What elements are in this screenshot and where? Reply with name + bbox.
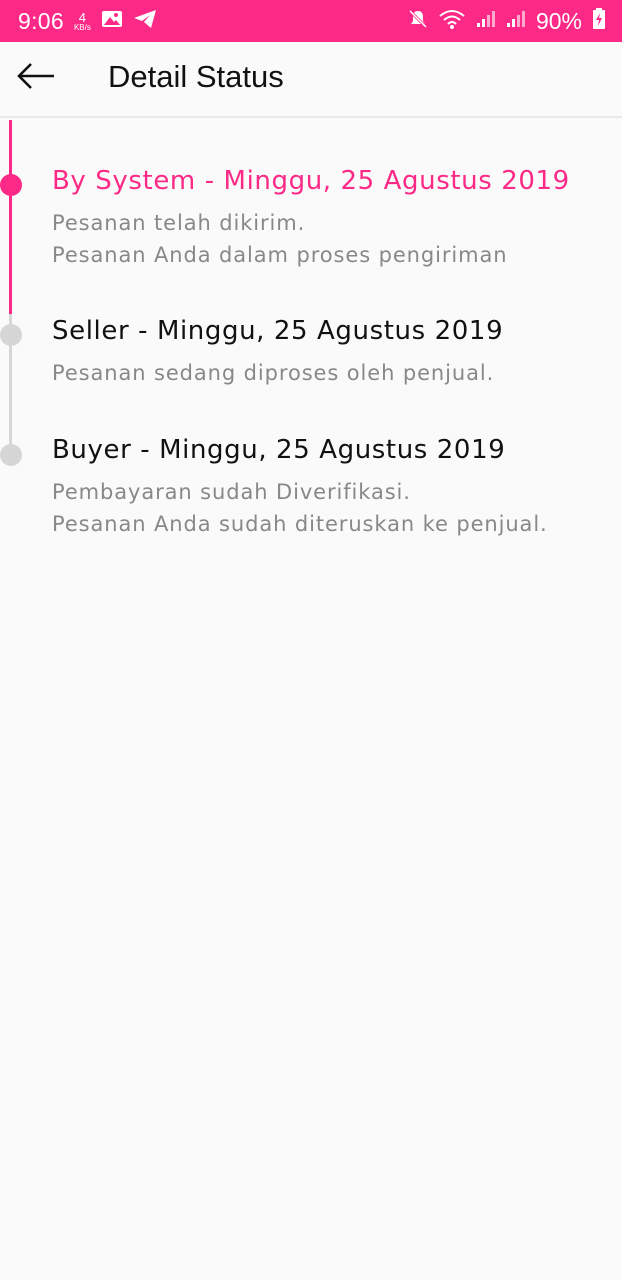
timeline-item-line: Pembayaran sudah Diverifikasi.	[52, 480, 411, 504]
timeline-item-line: Pesanan telah dikirim.	[52, 211, 306, 235]
wifi-icon	[438, 8, 466, 34]
page-title: Detail Status	[108, 59, 284, 94]
signal-icon	[506, 10, 526, 32]
status-bar-right: 90%	[408, 8, 606, 35]
network-speed-value: 4	[78, 9, 87, 25]
status-bar: 9:06 4 KB/s 90%	[0, 0, 622, 42]
app-bar: Detail Status	[0, 42, 622, 118]
status-bar-left: 9:06 4 KB/s	[18, 8, 157, 35]
network-speed-unit: KB/s	[73, 22, 91, 32]
telegram-icon	[133, 9, 157, 33]
timeline-dot-active	[0, 174, 22, 196]
signal-icon	[476, 10, 496, 32]
timeline-item-description: Pesanan sedang diproses oleh penjual.	[52, 357, 622, 389]
back-button[interactable]	[14, 58, 58, 98]
timeline-item-title: Buyer - Minggu, 25 Agustus 2019	[52, 435, 506, 465]
timeline-item-line: Pesanan Anda sudah diteruskan ke penjual…	[52, 512, 548, 536]
arrow-left-icon	[16, 61, 56, 95]
timeline-dot	[0, 444, 22, 466]
gallery-icon	[101, 10, 123, 32]
timeline-item-title: By System - Minggu, 25 Agustus 2019	[52, 166, 570, 196]
network-speed: 4 KB/s	[74, 11, 91, 32]
timeline-item-description: Pesanan telah dikirim. Pesanan Anda dala…	[52, 207, 622, 271]
timeline-item: Buyer - Minggu, 25 Agustus 2019 Pembayar…	[52, 434, 622, 540]
timeline-item-description: Pembayaran sudah Diverifikasi. Pesanan A…	[52, 476, 622, 540]
timeline-connector-active	[9, 120, 12, 314]
clock: 9:06	[18, 7, 64, 34]
battery-charging-icon	[592, 8, 606, 34]
mute-icon	[408, 9, 428, 33]
timeline-item: Seller - Minggu, 25 Agustus 2019 Pesanan…	[52, 315, 622, 389]
battery-percent: 90%	[535, 7, 582, 34]
timeline-item-title: Seller - Minggu, 25 Agustus 2019	[52, 316, 504, 346]
timeline-item-line: Pesanan Anda dalam proses pengiriman	[52, 243, 508, 267]
timeline-item: By System - Minggu, 25 Agustus 2019 Pesa…	[52, 165, 622, 271]
timeline-item-line: Pesanan sedang diproses oleh penjual.	[52, 361, 495, 385]
timeline-dot	[0, 324, 22, 346]
